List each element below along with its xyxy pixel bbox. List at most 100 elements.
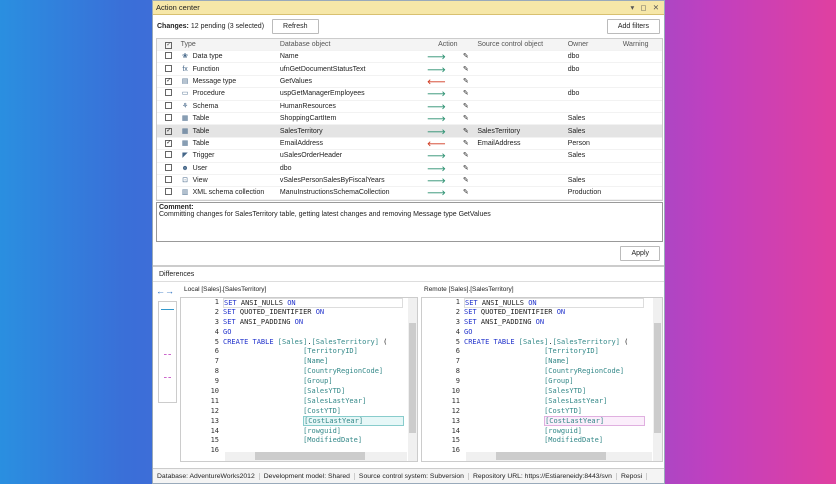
edit-pencil-icon[interactable]: ✎: [463, 65, 469, 74]
table-row[interactable]: ✓ ▦ Table SalesTerritory 🡒 ✎ SalesTerritory Sal…: [157, 125, 662, 138]
apply-button[interactable]: Apply: [620, 246, 660, 261]
comment-box[interactable]: Comment: Committing changes for SalesTer…: [156, 202, 663, 242]
row-checkbox[interactable]: [165, 114, 173, 122]
table-row[interactable]: ❀ Data type Name 🡒 ✎ dbo: [157, 51, 662, 64]
next-diff-icon[interactable]: →: [165, 286, 174, 296]
action-cell: 🡒 ✎: [418, 102, 477, 111]
table-row[interactable]: ⊡ View vSalesPersonSalesByFiscalYears 🡒 ✎ Sal…: [157, 175, 662, 188]
select-all-checkbox[interactable]: ✓: [165, 41, 173, 49]
table-row[interactable]: ☻ User dbo 🡒 ✎: [157, 163, 662, 175]
code-token: SET: [224, 299, 241, 307]
code-text: [CostLastYear]: [464, 415, 646, 427]
code-text: [Group]: [464, 377, 574, 387]
table-row[interactable]: ▥ XML schema collection ManuInstructionsSc…: [157, 187, 662, 200]
arrow-right-icon[interactable]: 🡒: [427, 127, 446, 136]
table-row[interactable]: ⚘ Schema HumanResources 🡒 ✎: [157, 101, 662, 113]
database-object: EmailAddress: [279, 139, 324, 147]
table-row[interactable]: ▭ Procedure uspGetManagerEmployees 🡒 ✎ dbo: [157, 88, 662, 101]
arrow-right-icon[interactable]: 🡒: [427, 151, 446, 160]
type-cell: ◤ Trigger: [181, 151, 276, 160]
arrow-right-icon[interactable]: 🡒: [427, 188, 446, 197]
row-checkbox[interactable]: ✓: [165, 78, 173, 86]
row-checkbox[interactable]: [165, 101, 173, 109]
table-row[interactable]: fx Function ufnGetDocumentStatusText 🡒 ✎ dbo: [157, 63, 662, 76]
row-checkbox[interactable]: ✓: [165, 128, 173, 136]
row-checkbox[interactable]: [165, 188, 173, 196]
horizontal-scrollbar[interactable]: [225, 452, 407, 461]
edit-pencil-icon[interactable]: ✎: [463, 151, 469, 160]
code-token: [Sales]: [277, 337, 308, 346]
line-number: 11: [451, 396, 460, 405]
arrow-right-icon[interactable]: 🡒: [427, 114, 446, 123]
col-type[interactable]: Type: [181, 41, 276, 48]
line-number: 4: [214, 327, 219, 336]
edit-pencil-icon[interactable]: ✎: [463, 127, 469, 136]
arrow-left-icon[interactable]: 🡐: [427, 77, 446, 86]
table-row[interactable]: ✓ ▦ Table EmailAddress 🡐 ✎ EmailAddress Person: [157, 138, 662, 151]
type-cell: ⚘ Schema: [181, 102, 276, 111]
source-control-object: EmailAddress: [477, 139, 521, 147]
type-cell: ⊡ View: [181, 176, 276, 185]
remote-code-pane[interactable]: 1 SET ANSI_NULLS ON 2 SET QUOTED_IDENTIFIER…: [421, 297, 663, 462]
vertical-scrollbar[interactable]: [653, 298, 662, 461]
col-source-control-object[interactable]: Source control object: [477, 41, 567, 48]
nav-arrows[interactable]: ←→: [156, 286, 174, 296]
row-checkbox[interactable]: [165, 64, 173, 72]
edit-pencil-icon[interactable]: ✎: [463, 89, 469, 98]
row-checkbox[interactable]: [165, 89, 173, 97]
arrow-right-icon[interactable]: 🡒: [427, 164, 446, 173]
arrow-right-icon[interactable]: 🡒: [427, 89, 446, 98]
toolbar: Changes: 12 pending (3 selected) Refresh…: [153, 15, 664, 37]
code-line: 6 [TerritoryID]: [422, 347, 662, 357]
horizontal-scrollbar[interactable]: [466, 452, 652, 461]
arrow-left-icon[interactable]: 🡐: [427, 139, 446, 148]
col-warning[interactable]: Warning: [623, 41, 662, 48]
arrow-right-icon[interactable]: 🡒: [427, 176, 446, 185]
edit-pencil-icon[interactable]: ✎: [463, 164, 469, 173]
table-row[interactable]: ▦ Table ShoppingCartItem 🡒 ✎ Sales: [157, 113, 662, 126]
table-row[interactable]: ◤ Trigger uSalesOrderHeader 🡒 ✎ Sales: [157, 150, 662, 163]
code-token: SET: [464, 317, 481, 326]
arrow-right-icon[interactable]: 🡒: [427, 52, 446, 61]
row-checkbox[interactable]: ✓: [165, 140, 173, 148]
add-filters-button[interactable]: Add filters: [606, 18, 660, 34]
line-number: 1: [455, 298, 460, 306]
refresh-button[interactable]: Refresh: [272, 18, 319, 34]
diff-overview-map[interactable]: [158, 301, 177, 403]
database-object: GetValues: [279, 77, 313, 85]
edit-pencil-icon[interactable]: ✎: [463, 188, 469, 197]
code-token: [rowguid]: [303, 426, 342, 435]
row-checkbox[interactable]: [165, 163, 173, 171]
changes-label: Changes:: [157, 22, 189, 30]
code-line: 1 SET ANSI_NULLS ON: [422, 298, 662, 308]
local-code-pane[interactable]: 1 SET ANSI_NULLS ON 2 SET QUOTED_IDENTIFIER…: [180, 297, 418, 462]
col-action[interactable]: Action: [418, 41, 477, 48]
window-controls[interactable]: ▾ ◻ ✕: [631, 3, 661, 12]
col-database-object[interactable]: Database object: [276, 41, 419, 48]
previous-diff-icon[interactable]: ←: [156, 286, 165, 296]
row-checkbox-cell: [157, 52, 181, 61]
row-checkbox[interactable]: [165, 176, 173, 184]
code-text: SET ANSI_NULLS ON: [223, 298, 403, 308]
edit-pencil-icon[interactable]: ✎: [463, 102, 469, 111]
row-checkbox[interactable]: [165, 151, 173, 159]
edit-pencil-icon[interactable]: ✎: [463, 176, 469, 185]
edit-pencil-icon[interactable]: ✎: [463, 114, 469, 123]
vertical-scrollbar[interactable]: [408, 298, 417, 461]
col-owner[interactable]: Owner: [568, 41, 623, 48]
row-checkbox[interactable]: [165, 52, 173, 60]
code-token: ON: [535, 317, 545, 326]
edit-pencil-icon[interactable]: ✎: [463, 77, 469, 86]
line-number: 11: [210, 396, 219, 405]
arrow-right-icon[interactable]: 🡒: [427, 65, 446, 74]
code-text: [rowguid]: [223, 427, 341, 437]
comment-text[interactable]: Committing changes for SalesTerritory ta…: [159, 211, 660, 218]
type-cell: ❀ Data type: [181, 52, 276, 61]
edit-pencil-icon[interactable]: ✎: [463, 52, 469, 61]
table-row[interactable]: ✓ ▤ Message type GetValues 🡐 ✎: [157, 76, 662, 89]
arrow-right-icon[interactable]: 🡒: [427, 102, 446, 111]
line-number: 1: [214, 298, 219, 306]
edit-pencil-icon[interactable]: ✎: [463, 139, 469, 148]
